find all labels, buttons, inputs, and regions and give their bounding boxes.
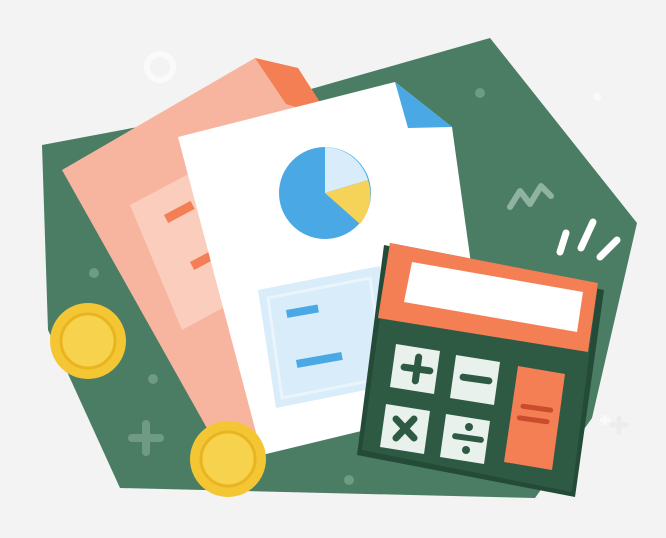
finance-illustration xyxy=(42,38,637,498)
pie-chart-icon xyxy=(279,147,371,239)
dot xyxy=(344,475,354,485)
coin-icon xyxy=(190,421,266,497)
dot xyxy=(148,374,158,384)
multiply-key-icon xyxy=(380,404,430,454)
coin-icon xyxy=(50,303,126,379)
dot xyxy=(475,88,485,98)
divide-key-icon xyxy=(440,414,490,464)
dot xyxy=(89,268,99,278)
minus-key-icon xyxy=(450,355,500,405)
plus-key-icon xyxy=(390,344,440,394)
calculator xyxy=(357,243,604,497)
